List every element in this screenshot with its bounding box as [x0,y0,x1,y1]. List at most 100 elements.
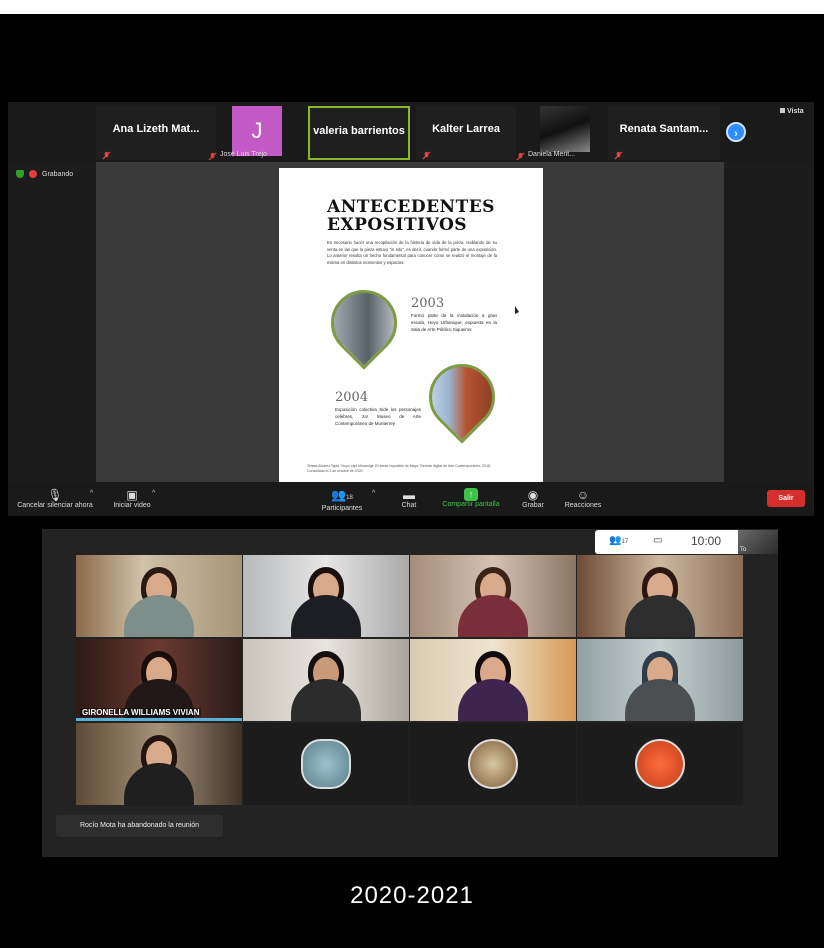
participant-tile[interactable]: Renata Santam... [608,106,720,160]
notification-toast: Rocío Mota ha abandonado la reunión [56,815,223,837]
toolbar-label: Cancelar silenciar ahora [17,502,93,509]
participant-name: Kalter Larrea [432,123,500,135]
participant-body [291,679,361,721]
mini-control-bar: 👥17 ▭ 10:00 [595,530,743,554]
toolbar-label: Compartir pantalla [442,501,500,508]
participant-name: valeria barrientos [313,125,405,137]
participant-video-thumb[interactable] [540,106,590,152]
zoom-window-gallery: 👥17 ▭ 10:00 To GIRONELLA WILLIAMS VIVIAN [42,529,778,857]
chat-icon[interactable]: ▭ [653,535,662,546]
chevron-up-icon[interactable]: ^ [152,490,155,497]
start-video-button[interactable]: ▣ Iniciar video [106,488,158,509]
participant-tile[interactable]: Kalter Larrea [416,106,516,160]
avatar [468,739,518,789]
participant-name: GIRONELLA WILLIAMS VIVIAN [80,708,202,717]
mic-muted-icon [208,152,217,161]
video-off-icon: ▣ [126,488,138,502]
screen-share-area: ANTECEDENTES EXPOSITIVOS Es necesario hac… [96,162,724,484]
slide-title: ANTECEDENTES EXPOSITIVOS [327,197,495,235]
image-caption: 2020-2021 [350,882,474,909]
participant-body [625,595,695,637]
shield-icon [16,170,24,178]
video-tile-active[interactable]: GIRONELLA WILLIAMS VIVIAN [76,639,242,721]
mouse-cursor-icon [515,306,519,314]
zoom-window-presentation: Ana Lizeth Mat... J José Luis Trejo vale… [8,102,814,516]
video-tile[interactable] [577,639,743,721]
shared-slide: ANTECEDENTES EXPOSITIVOS Es necesario hac… [279,168,543,484]
avatar-tile[interactable] [577,723,743,805]
slide-intro: Es necesario hacer una recopilación de l… [327,240,497,265]
mic-muted-icon [614,151,623,160]
toolbar-label: Chat [401,502,417,509]
recording-indicator: Grabando [16,170,73,178]
participant-body [458,679,528,721]
chat-icon: ▬ [403,488,415,502]
video-tile[interactable] [410,639,576,721]
avatar[interactable]: J [232,106,282,156]
slide-footnote: Teresa Alvarez Tapia "Hoyo Lapi Mnramige… [307,464,491,473]
participant-tile-active[interactable]: valeria barrientos [308,106,410,160]
avatar-tile[interactable] [410,723,576,805]
video-tile[interactable] [76,555,242,637]
slide-year: 2004 [335,390,369,405]
view-button[interactable]: Vista [780,108,804,115]
participant-strip: Ana Lizeth Mat... J José Luis Trejo vale… [8,102,814,162]
toolbar-label: Participantes [321,505,363,512]
participants-icon: 👥18 [331,488,353,502]
participant-body [291,595,361,637]
top-white-band [0,0,824,14]
participant-name: Renata Santam... [619,123,709,135]
chevron-right-icon[interactable]: › [726,122,746,142]
avatar [301,739,351,789]
participant-name: Ana Lizeth Mat... [112,123,200,135]
reactions-button[interactable]: ☺ Reacciones [560,488,606,509]
mic-muted-icon: 🎙 [47,488,63,502]
grid-icon [780,108,785,113]
location-pin-image [415,350,509,444]
leave-button[interactable]: Salir [767,490,805,507]
video-tile[interactable] [76,723,242,805]
share-screen-button[interactable]: ↑ Compartir pantalla [434,488,508,508]
record-icon: ◉ [527,488,539,502]
unmute-button[interactable]: 🎙 Cancelar silenciar ahora [12,488,98,509]
active-speaker-indicator [76,718,242,721]
chevron-up-icon[interactable]: ^ [90,490,93,497]
mic-muted-icon [102,151,111,160]
self-view-thumb[interactable]: To [738,530,778,554]
video-tile[interactable] [410,555,576,637]
slide-text: Exposición colectiva Side los personajes… [335,407,421,426]
participant-body [625,679,695,721]
toolbar-label: Iniciar video [113,502,151,509]
recording-label: Grabando [42,170,74,178]
meeting-toolbar: 🎙 Cancelar silenciar ahora ^ ▣ Iniciar v… [8,482,814,516]
video-tile[interactable] [577,555,743,637]
participants-icon[interactable]: 👥17 [609,535,628,546]
participant-body [124,763,194,805]
record-dot-icon [29,170,37,178]
view-label: Vista [787,108,804,115]
record-button[interactable]: ◉ Grabar [518,488,548,509]
chevron-up-icon[interactable]: ^ [372,490,375,497]
participant-body [458,595,528,637]
avatar-tile[interactable] [243,723,409,805]
participants-button[interactable]: 👥18 Participantes [314,488,370,512]
avatar [635,739,685,789]
mic-muted-icon [516,152,525,161]
reactions-icon: ☺ [576,488,590,502]
share-screen-icon: ↑ [464,488,478,501]
participant-name: Daniela Merit... [528,151,576,158]
slide-text: Formó parte de la instalación a gran esc… [411,313,497,332]
participant-body [124,595,194,637]
participant-tile[interactable]: Ana Lizeth Mat... [96,106,216,160]
video-tile[interactable] [243,555,409,637]
toolbar-label: Grabar [522,502,544,509]
slide-year: 2003 [411,296,445,311]
mic-muted-icon [422,151,431,160]
participant-name: José Luis Trejo [220,151,268,158]
self-view-label: To [740,547,747,553]
meeting-timer: 10:00 [691,534,722,548]
location-pin-image [317,276,411,370]
toolbar-label: Reacciones [564,502,602,509]
chat-button[interactable]: ▬ Chat [394,488,424,509]
video-tile[interactable] [243,639,409,721]
